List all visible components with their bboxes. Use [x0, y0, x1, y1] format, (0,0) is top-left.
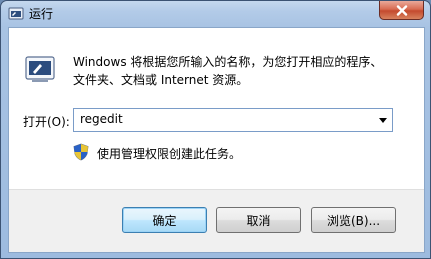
open-label: 打开(O): — [23, 115, 70, 129]
ok-button[interactable]: 确定 — [122, 207, 207, 233]
open-input[interactable]: regedit — [80, 112, 123, 126]
run-icon — [24, 53, 56, 89]
run-icon — [8, 6, 24, 26]
cancel-button[interactable]: 取消 — [216, 207, 301, 233]
window-title: 运行 — [29, 7, 54, 21]
title-bar[interactable]: 运行 — [1, 1, 430, 27]
admin-privileges-note: 使用管理权限创建此任务。 — [97, 147, 242, 161]
uac-shield-icon — [73, 143, 89, 165]
chevron-down-icon[interactable] — [374, 109, 392, 131]
description-line: Windows 将根据您所输入的名称，为您打开相应的程序、 — [73, 55, 383, 69]
open-combobox[interactable]: regedit — [73, 108, 393, 132]
description-line: 文件夹、文档或 Internet 资源。 — [73, 73, 249, 87]
close-icon — [396, 1, 408, 20]
browse-button[interactable]: 浏览(B)... — [311, 207, 396, 233]
dialog-description: Windows 将根据您所输入的名称，为您打开相应的程序、 文件夹、文档或 In… — [73, 53, 413, 89]
close-button[interactable] — [379, 1, 424, 20]
run-dialog-window: 运行 Windows 将根据您所输入的名称，为您打开相应的程序、 文件夹、文档或… — [0, 0, 431, 259]
dialog-client-area: Windows 将根据您所输入的名称，为您打开相应的程序、 文件夹、文档或 In… — [8, 27, 425, 253]
